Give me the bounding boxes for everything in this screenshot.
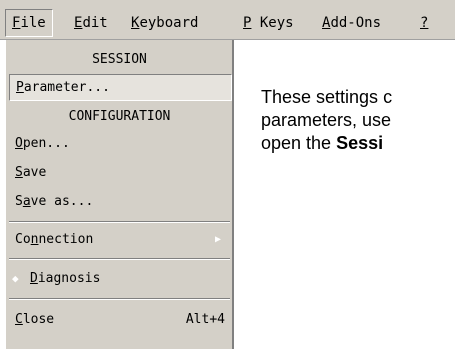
- menu-file[interactable]: File: [5, 9, 53, 37]
- submenu-arrow-icon: ▶: [214, 234, 221, 245]
- close-shortcut: Alt+4: [185, 312, 225, 327]
- menu-item-close[interactable]: Close Alt+4: [6, 306, 233, 333]
- menu-separator: [9, 258, 230, 260]
- menu-item-open[interactable]: Open...: [6, 130, 233, 157]
- menu-item-connection[interactable]: Connection ▶: [6, 226, 233, 253]
- menu-item-save-as[interactable]: Save as...: [6, 188, 233, 215]
- menu-item-diagnosis[interactable]: ◆ Diagnosis: [6, 265, 233, 292]
- menu-item-save[interactable]: Save: [6, 159, 233, 186]
- menu-keyboard[interactable]: Keyboard: [125, 12, 204, 34]
- file-dropdown-menu: SESSION Parameter... CONFIGURATION Open.…: [5, 40, 234, 349]
- help-text-line: open the Sessi: [261, 133, 384, 153]
- menu-edit[interactable]: Edit: [68, 12, 114, 34]
- menu-separator: [9, 298, 230, 300]
- session-heading: SESSION: [92, 52, 147, 67]
- help-text-line: These settings c: [261, 87, 393, 107]
- menu-item-parameter[interactable]: Parameter...: [9, 74, 232, 101]
- menu-add-ons[interactable]: Add-Ons: [316, 12, 387, 34]
- menu-separator: [9, 221, 230, 223]
- configuration-heading: CONFIGURATION: [68, 109, 171, 124]
- menu-help[interactable]: ?: [414, 12, 434, 34]
- menu-p-keys[interactable]: P Keys: [237, 12, 300, 34]
- menu-bar: File Edit Keyboard P Keys Add-Ons ?: [0, 0, 455, 40]
- help-text-line: parameters, use: [261, 110, 392, 130]
- help-text: These settings c parameters, use open th…: [261, 86, 455, 155]
- check-mark-icon: ◆: [12, 272, 19, 285]
